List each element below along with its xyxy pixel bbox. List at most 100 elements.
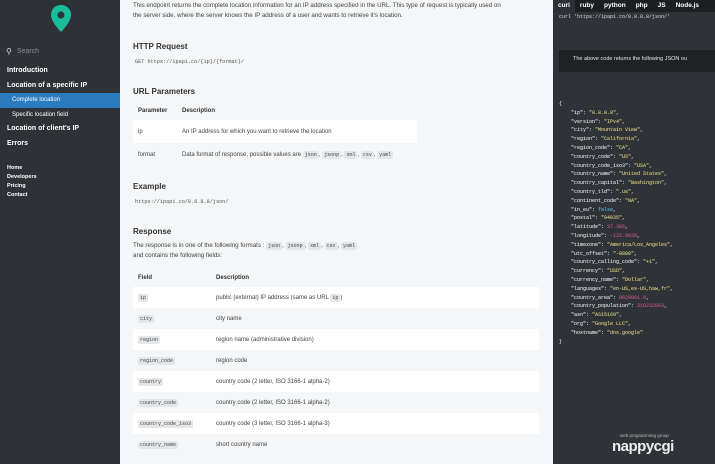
json-line: "org": "Google LLC", [559,320,632,327]
code-panel: curl ruby python php JS Node.js curl 'ht… [553,0,715,464]
nav-introduction[interactable]: Introduction [0,64,120,79]
json-line: "currency": "USD", [559,268,626,275]
fields-col-description: Description [211,269,539,287]
nappycgi-logo: web programming group nappycgi [602,433,712,459]
fields-header-row: Field Description [133,269,539,287]
table-row: ip public (external) IP address (same as… [133,287,539,308]
tab-python[interactable]: python [599,0,631,12]
table-row: country_name short country name [133,434,539,455]
json-line: "country_tld": ".us", [559,188,635,195]
table-row: country country code (2 letter, ISO 3166… [133,371,539,392]
param-desc: Data format of response, possible values… [182,151,302,158]
tab-js[interactable]: JS [653,0,671,12]
json-line: "latitude": 37.386, [559,224,629,231]
field-name: country_code [138,398,179,407]
json-line: { [559,101,563,107]
tab-nodejs[interactable]: Node.js [671,0,704,12]
json-line: "version": "IPv4", [559,118,626,125]
http-request-heading: HTTP Request [133,42,188,51]
nav-complete-location[interactable]: Complete location [0,93,120,108]
search-input[interactable] [16,47,107,55]
format-chip: csv [360,150,374,159]
tab-ruby[interactable]: ruby [575,0,599,12]
nav-location-client-ip[interactable]: Location of client's IP [0,122,120,137]
main-content: This endpoint returns the complete locat… [120,0,553,464]
format-chip: json [302,150,319,159]
json-line: "currency_name": "Dollar", [559,276,650,283]
intro-line: the server side, where the server knows … [133,12,403,19]
json-response: { "ip": "8.8.8.8", "version": "IPv4", "c… [559,100,673,346]
json-line: "in_eu": false, [559,206,617,213]
field-name: city [138,314,155,323]
link-developers[interactable]: Developers [7,173,37,182]
field-name-cell: city [133,308,211,329]
json-line: "postal": "94035", [559,215,626,222]
response-heading: Response [133,227,172,236]
json-line: "asn": "AS15169", [559,312,623,319]
field-desc: public (external) IP address (same as UR… [216,294,329,301]
format-chip: xml [308,242,322,250]
field-name-cell: ip [133,287,211,308]
json-line: "hostname": "dns.google" [559,329,644,336]
json-line: "country_population": 310232863, [559,303,668,310]
field-name: country_name [138,440,179,449]
format-chip: csv [324,242,338,250]
json-note: The above code returns the following JSO… [559,50,715,72]
param-desc-cell: Data format of response, possible values… [177,143,417,166]
curl-command: curl 'https://ipapi.co/8.8.8.8/json/' [559,14,671,20]
param-desc: An IP address for which you want to retr… [177,120,417,143]
field-desc: country code (2 letter, ISO 3166-1 alpha… [211,371,539,392]
json-line: "region_code": "CA", [559,144,632,151]
param-name: ip [133,120,177,143]
table-row: country_code country code (2 letter, ISO… [133,392,539,413]
example-code: https://ipapi.co/8.8.8.8/json/ [135,199,229,205]
json-line: "timezone": "America/Los_Angeles", [559,241,674,248]
field-name: region [138,335,161,344]
field-name-cell: country_code [133,392,211,413]
format-chip: jsonp [285,242,305,250]
field-desc-cell: public (external) IP address (same as UR… [211,287,539,308]
table-row: region region name (administrative divis… [133,329,539,350]
link-home[interactable]: Home [7,164,37,173]
nav-specific-location-field[interactable]: Specific location field [0,108,120,123]
format-chip: yaml [377,150,394,159]
format-chip: yaml [341,242,358,250]
json-line: "country_code": "US", [559,153,635,160]
field-name-cell: region [133,329,211,350]
format-chip: xml [344,150,358,159]
param-name: format [133,143,177,166]
response-paragraph: The response is in one of the following … [133,242,358,259]
field-name: region_code [138,356,176,365]
sidebar: ⚲ Introduction Location of a specific IP… [0,0,120,464]
field-name: ip [138,293,149,302]
link-pricing[interactable]: Pricing [7,182,37,191]
nav-location-specific-ip[interactable]: Location of a specific IP [0,79,120,94]
tab-php[interactable]: php [631,0,653,12]
response-text: and contains the following fields: [133,252,223,259]
json-line: "country_name": "United States", [559,171,668,178]
url-params-heading: URL Parameters [133,87,196,96]
search-bar: ⚲ [6,44,116,58]
json-line: "continent_code": "NA", [559,197,641,204]
location-pin-logo-icon[interactable] [50,4,72,34]
intro-paragraph: This endpoint returns the complete locat… [133,1,501,21]
field-desc: region code [211,350,539,371]
json-line: "city": "Mountain View", [559,127,644,134]
params-col-description: Description [182,108,216,114]
field-name: country_code_iso3 [138,419,194,428]
language-tabs: curl ruby python php JS Node.js [553,0,715,12]
link-contact[interactable]: Contact [7,191,37,200]
ip-chip: ip [330,293,341,302]
field-name-cell: country_name [133,434,211,455]
json-line: "ip": "8.8.8.8", [559,109,620,116]
json-line: "country_area": 9629091.0, [559,294,650,301]
nav-errors[interactable]: Errors [0,137,120,152]
field-desc: country code (2 letter, ISO 3166-1 alpha… [211,392,539,413]
field-name: country [138,377,164,386]
json-line: "country_capital": "Washington", [559,180,668,187]
fields-col-field: Field [133,269,211,287]
json-line: "languages": "en-US,es-US,haw,fr", [559,285,674,292]
format-chip: jsonp [322,150,342,159]
tab-curl[interactable]: curl [553,0,575,12]
field-desc: city name [211,308,539,329]
